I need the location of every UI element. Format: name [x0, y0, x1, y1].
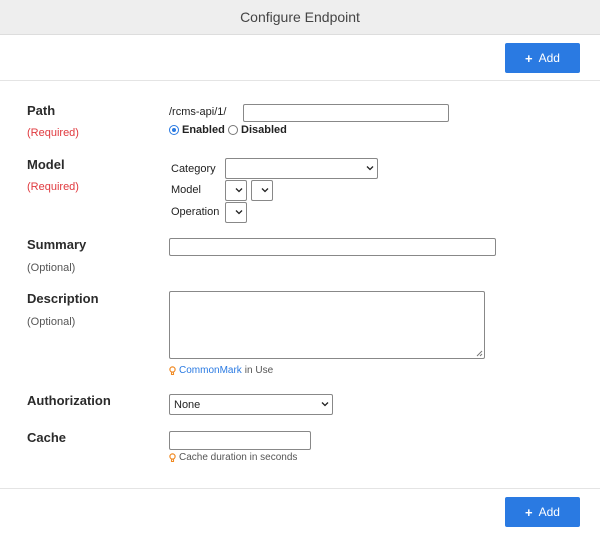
- disabled-radio-label[interactable]: Disabled: [241, 124, 287, 136]
- path-input[interactable]: [243, 104, 449, 122]
- cache-hint: Cache duration in seconds: [169, 452, 297, 463]
- summary-label: Summary: [27, 237, 87, 252]
- lightbulb-icon: [169, 452, 176, 462]
- lightbulb-icon: [169, 365, 176, 375]
- model-label: Model: [27, 157, 65, 172]
- model-select-2[interactable]: [251, 180, 273, 201]
- enabled-radio-label[interactable]: Enabled: [182, 124, 225, 136]
- chevron-down-icon: [235, 210, 243, 215]
- add-button-bottom[interactable]: + Add: [505, 497, 580, 527]
- top-toolbar: + Add: [0, 35, 600, 81]
- plus-icon: +: [525, 50, 533, 66]
- description-hint-text: in Use: [244, 365, 274, 376]
- category-label: Category: [171, 163, 216, 175]
- model-sub-label: Model: [171, 184, 201, 196]
- summary-optional: (Optional): [27, 262, 76, 274]
- authorization-select[interactable]: None: [169, 394, 333, 415]
- chevron-down-icon: [366, 166, 374, 171]
- bottom-toolbar: + Add: [0, 488, 600, 533]
- authorization-label: Authorization: [27, 393, 111, 408]
- disabled-radio[interactable]: [228, 125, 238, 135]
- description-label: Description: [27, 291, 99, 306]
- description-hint: CommonMark in Use: [169, 365, 273, 376]
- path-required: (Required): [27, 127, 79, 139]
- add-button-top[interactable]: + Add: [505, 43, 580, 73]
- resize-grip-icon[interactable]: [475, 349, 483, 357]
- chevron-down-icon: [235, 188, 243, 193]
- model-required: (Required): [27, 181, 79, 193]
- cache-label: Cache: [27, 430, 67, 445]
- chevron-down-icon: [261, 188, 269, 193]
- enabled-radio[interactable]: [169, 125, 179, 135]
- cache-input[interactable]: [169, 431, 311, 450]
- window-title: Configure Endpoint: [0, 0, 600, 35]
- operation-select[interactable]: [225, 202, 247, 223]
- plus-icon: +: [525, 504, 533, 520]
- authorization-select-value: None: [174, 398, 201, 411]
- description-optional: (Optional): [27, 316, 76, 328]
- path-prefix: /rcms-api/1/: [169, 106, 227, 118]
- operation-label: Operation: [171, 206, 220, 218]
- path-label: Path: [27, 103, 56, 118]
- summary-input[interactable]: [169, 238, 496, 256]
- commonmark-link[interactable]: CommonMark: [179, 365, 242, 376]
- description-textarea[interactable]: [169, 291, 485, 359]
- chevron-down-icon: [321, 402, 329, 407]
- model-select-1[interactable]: [225, 180, 247, 201]
- category-select[interactable]: [225, 158, 378, 179]
- cache-hint-text: Cache duration in seconds: [179, 452, 298, 463]
- add-button-label: Add: [538, 505, 560, 519]
- add-button-label: Add: [538, 51, 560, 65]
